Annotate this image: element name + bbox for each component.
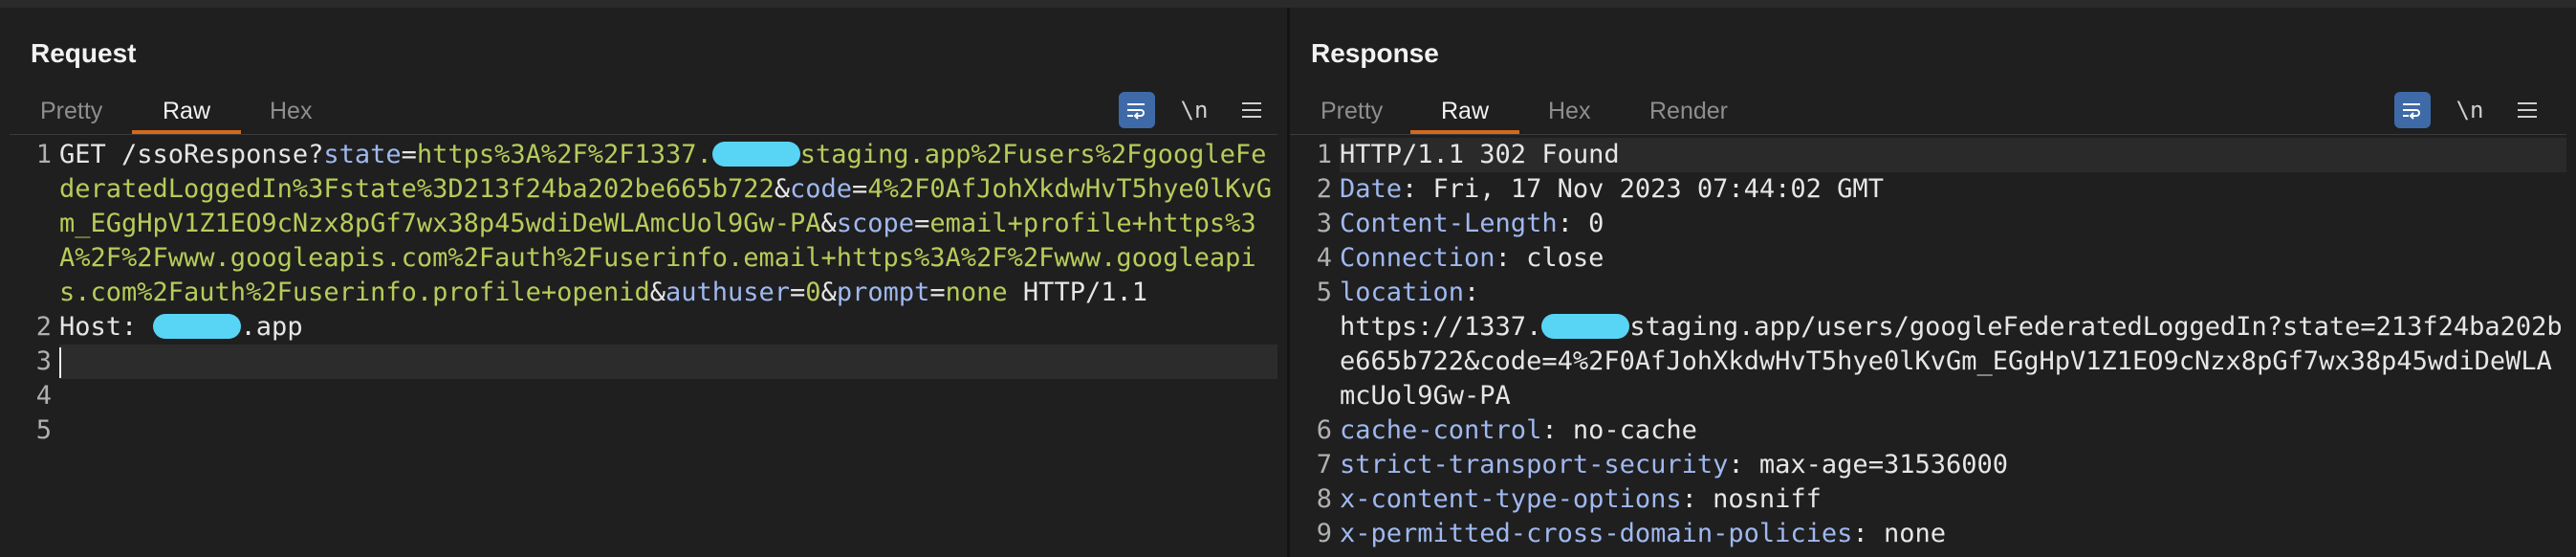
newline-toggle[interactable]: \n	[1176, 92, 1212, 128]
code-line[interactable]: 1 HTTP/1.1 302 Found	[1290, 138, 2566, 172]
line-content: HTTP/1.1 302 Found	[1340, 138, 2566, 172]
tab-raw[interactable]: Raw	[132, 84, 242, 134]
code-line[interactable]: 7 strict-transport-security: max-age=3153…	[1290, 448, 2566, 482]
tab-pretty[interactable]: Pretty	[10, 84, 133, 132]
code-line[interactable]: 1 GET /ssoResponse?state=https%3A%2F%2F13…	[10, 138, 1277, 310]
line-content: strict-transport-security: max-age=31536…	[1340, 450, 2008, 479]
tab-hex[interactable]: Hex	[239, 84, 342, 132]
line-content: cache-control: no-cache	[1340, 415, 1697, 445]
line-number: 3	[1316, 209, 1332, 238]
line-content: Date: Fri, 17 Nov 2023 07:44:02 GMT	[1340, 174, 1884, 204]
code-line[interactable]: 5	[10, 413, 1277, 448]
response-tabs: Pretty Raw Hex Render \n	[1290, 84, 2566, 135]
line-number: 3	[35, 346, 52, 376]
newline-toggle[interactable]: \n	[2452, 92, 2488, 128]
line-number: 5	[1316, 278, 1332, 307]
request-title: Request	[31, 38, 137, 68]
line-number: 2	[1316, 174, 1332, 204]
response-toolbar: \n	[2394, 92, 2545, 128]
menu-icon[interactable]	[1233, 92, 1270, 128]
line-number: 8	[1316, 484, 1332, 514]
line-number: 7	[1316, 450, 1332, 479]
window-top-bar	[0, 0, 2576, 8]
line-content: location: https://1337. staging.app/users…	[1340, 278, 2563, 411]
line-content	[59, 379, 1277, 413]
code-line[interactable]: 3	[10, 345, 1277, 379]
line-number: 9	[1316, 519, 1332, 548]
line-content	[59, 413, 1277, 448]
line-content: x-permitted-cross-domain-policies: none	[1340, 519, 1946, 548]
line-content: Content-Length: 0	[1340, 209, 1605, 238]
line-content: x-content-type-options: nosniff	[1340, 484, 1822, 514]
line-number: 4	[1316, 243, 1332, 273]
code-line[interactable]: 9 x-permitted-cross-domain-policies: none	[1290, 517, 2566, 551]
wrap-lines-icon[interactable]	[2394, 92, 2431, 128]
line-number: 6	[1316, 415, 1332, 445]
code-line[interactable]: 4	[10, 379, 1277, 413]
request-toolbar: \n	[1119, 92, 1270, 128]
line-content	[59, 345, 1277, 379]
line-number: 1	[35, 140, 52, 169]
code-line[interactable]: 5 location: https://1337. staging.app/user…	[1290, 276, 2566, 413]
response-title: Response	[1311, 38, 1439, 68]
redaction-block	[1541, 314, 1630, 339]
wrap-lines-icon[interactable]	[1119, 92, 1155, 128]
response-panel: Response Pretty Raw Hex Render \n 1 HTTP/…	[1290, 8, 2576, 557]
redaction-block	[152, 314, 241, 339]
request-editor[interactable]: 1 GET /ssoResponse?state=https%3A%2F%2F13…	[10, 138, 1277, 557]
code-line[interactable]: 2 Date: Fri, 17 Nov 2023 07:44:02 GMT	[1290, 172, 2566, 207]
response-editor[interactable]: 1 HTTP/1.1 302 Found 2 Date: Fri, 17 Nov 20…	[1290, 138, 2566, 557]
line-number: 4	[35, 381, 52, 411]
code-line[interactable]: 2 Host: .app	[10, 310, 1277, 345]
code-line[interactable]: 8 x-content-type-options: nosniff	[1290, 482, 2566, 517]
tab-pretty[interactable]: Pretty	[1290, 84, 1413, 132]
code-line[interactable]: 4 Connection: close	[1290, 241, 2566, 276]
menu-icon[interactable]	[2509, 92, 2545, 128]
tab-raw[interactable]: Raw	[1410, 84, 1520, 134]
line-content: GET /ssoResponse?state=https%3A%2F%2F133…	[59, 140, 1272, 307]
line-number: 1	[1316, 140, 1332, 169]
request-tabs: Pretty Raw Hex \n	[10, 84, 1277, 135]
line-content: Host: .app	[59, 312, 303, 342]
redaction-block	[711, 142, 800, 167]
line-content: Connection: close	[1340, 243, 1605, 273]
code-line[interactable]: 3 Content-Length: 0	[1290, 207, 2566, 241]
tab-render[interactable]: Render	[1619, 84, 1758, 132]
tab-hex[interactable]: Hex	[1517, 84, 1621, 132]
line-number: 5	[35, 415, 52, 445]
request-panel: Request Pretty Raw Hex \n 1 GET /ssoRespo…	[0, 8, 1290, 557]
line-number: 2	[35, 312, 52, 342]
code-line[interactable]: 6 cache-control: no-cache	[1290, 413, 2566, 448]
